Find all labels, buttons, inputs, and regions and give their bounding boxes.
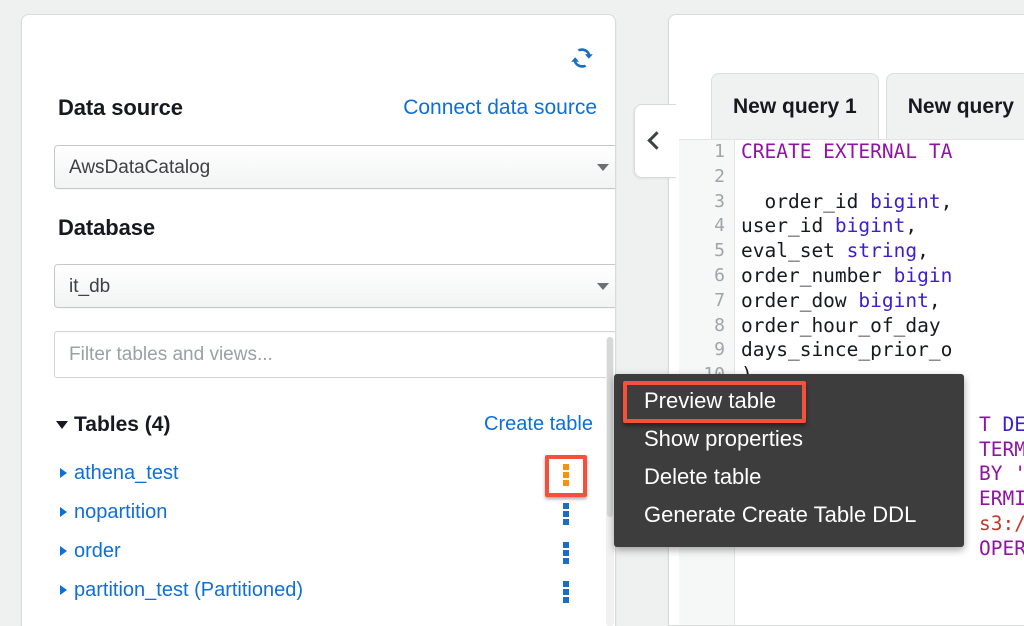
table-more-options-icon[interactable]: [556, 581, 576, 603]
code-line: eval_set string,: [741, 239, 1024, 264]
collapse-panel-button[interactable]: [634, 104, 676, 178]
scrollbar-thumb[interactable]: [607, 337, 613, 517]
line-number: 5: [679, 239, 734, 264]
left-panel-scrollbar[interactable]: [606, 337, 614, 626]
context-menu-item[interactable]: Preview table: [614, 382, 964, 420]
filter-tables-input[interactable]: [54, 331, 616, 378]
code-line: ERMIN: [979, 487, 1024, 512]
query-tab[interactable]: New query: [886, 73, 1024, 139]
table-row: order: [54, 533, 609, 572]
data-source-panel: Data source Connect data source AwsDataC…: [21, 14, 616, 626]
line-number: 7: [679, 289, 734, 314]
context-menu-item[interactable]: Show properties: [614, 420, 964, 458]
chevron-down-icon: [597, 283, 609, 290]
code-line: order_id bigint,: [741, 190, 1024, 215]
table-name-link[interactable]: partition_test (Partitioned): [74, 572, 303, 609]
caret-right-icon[interactable]: [60, 468, 67, 478]
line-number: 4: [679, 214, 734, 239]
code-line: order_hour_of_day: [741, 314, 1024, 339]
chevron-left-icon: [647, 131, 665, 149]
caret-down-icon[interactable]: [56, 421, 68, 429]
query-tab[interactable]: New query 1: [711, 73, 879, 139]
code-line: [741, 165, 1024, 190]
line-number: 1: [679, 140, 734, 165]
table-more-options-icon[interactable]: [556, 503, 576, 525]
database-select[interactable]: it_db: [54, 264, 616, 308]
table-row: nopartition: [54, 494, 609, 533]
code-line: s3:/: [979, 512, 1024, 537]
caret-right-icon[interactable]: [60, 585, 67, 595]
data-source-header: Data source Connect data source: [58, 93, 597, 123]
query-tab-strip: New query 1New query: [711, 73, 1024, 139]
table-row: partition_test (Partitioned): [54, 572, 609, 611]
table-name-link[interactable]: nopartition: [74, 494, 167, 531]
data-source-title: Data source: [58, 95, 183, 120]
data-source-select[interactable]: AwsDataCatalog: [54, 145, 616, 189]
code-line: OPERT: [979, 537, 1024, 562]
code-line: CREATE EXTERNAL TA: [741, 140, 1024, 165]
database-select-value: it_db: [69, 265, 110, 308]
tables-count-label: Tables (4): [74, 410, 170, 439]
app-root: Data source Connect data source AwsDataC…: [0, 0, 1024, 626]
code-line: order_dow bigint,: [741, 289, 1024, 314]
context-menu-item[interactable]: Generate Create Table DDL: [614, 496, 964, 534]
tables-section-header: Tables (4) Create table: [54, 410, 597, 440]
code-line: T DEL: [979, 413, 1024, 438]
chevron-down-icon: [597, 164, 609, 171]
table-row: athena_test: [54, 455, 609, 494]
tables-list: athena_testnopartitionorderpartition_tes…: [54, 455, 609, 611]
table-more-options-icon[interactable]: [556, 464, 576, 486]
code-line: BY ': [979, 462, 1024, 487]
refresh-icon[interactable]: [565, 41, 599, 75]
line-number: 6: [679, 264, 734, 289]
data-source-select-value: AwsDataCatalog: [69, 146, 210, 189]
table-name-link[interactable]: athena_test: [74, 455, 179, 492]
line-number: 3: [679, 190, 734, 215]
table-context-menu: Preview tableShow propertiesDelete table…: [614, 374, 964, 547]
code-line: user_id bigint,: [741, 214, 1024, 239]
database-title: Database: [58, 215, 155, 241]
context-menu-item[interactable]: Delete table: [614, 458, 964, 496]
code-line: TERMI: [979, 438, 1024, 463]
table-more-options-icon[interactable]: [556, 542, 576, 564]
code-line: days_since_prior_o: [741, 338, 1024, 363]
line-number: 9: [679, 338, 734, 363]
code-line: order_number bigin: [741, 264, 1024, 289]
caret-right-icon[interactable]: [60, 546, 67, 556]
create-table-link[interactable]: Create table: [484, 410, 593, 439]
caret-right-icon[interactable]: [60, 507, 67, 517]
line-number: 8: [679, 314, 734, 339]
connect-data-source-link[interactable]: Connect data source: [403, 93, 597, 123]
table-name-link[interactable]: order: [74, 533, 121, 570]
line-number: 2: [679, 165, 734, 190]
